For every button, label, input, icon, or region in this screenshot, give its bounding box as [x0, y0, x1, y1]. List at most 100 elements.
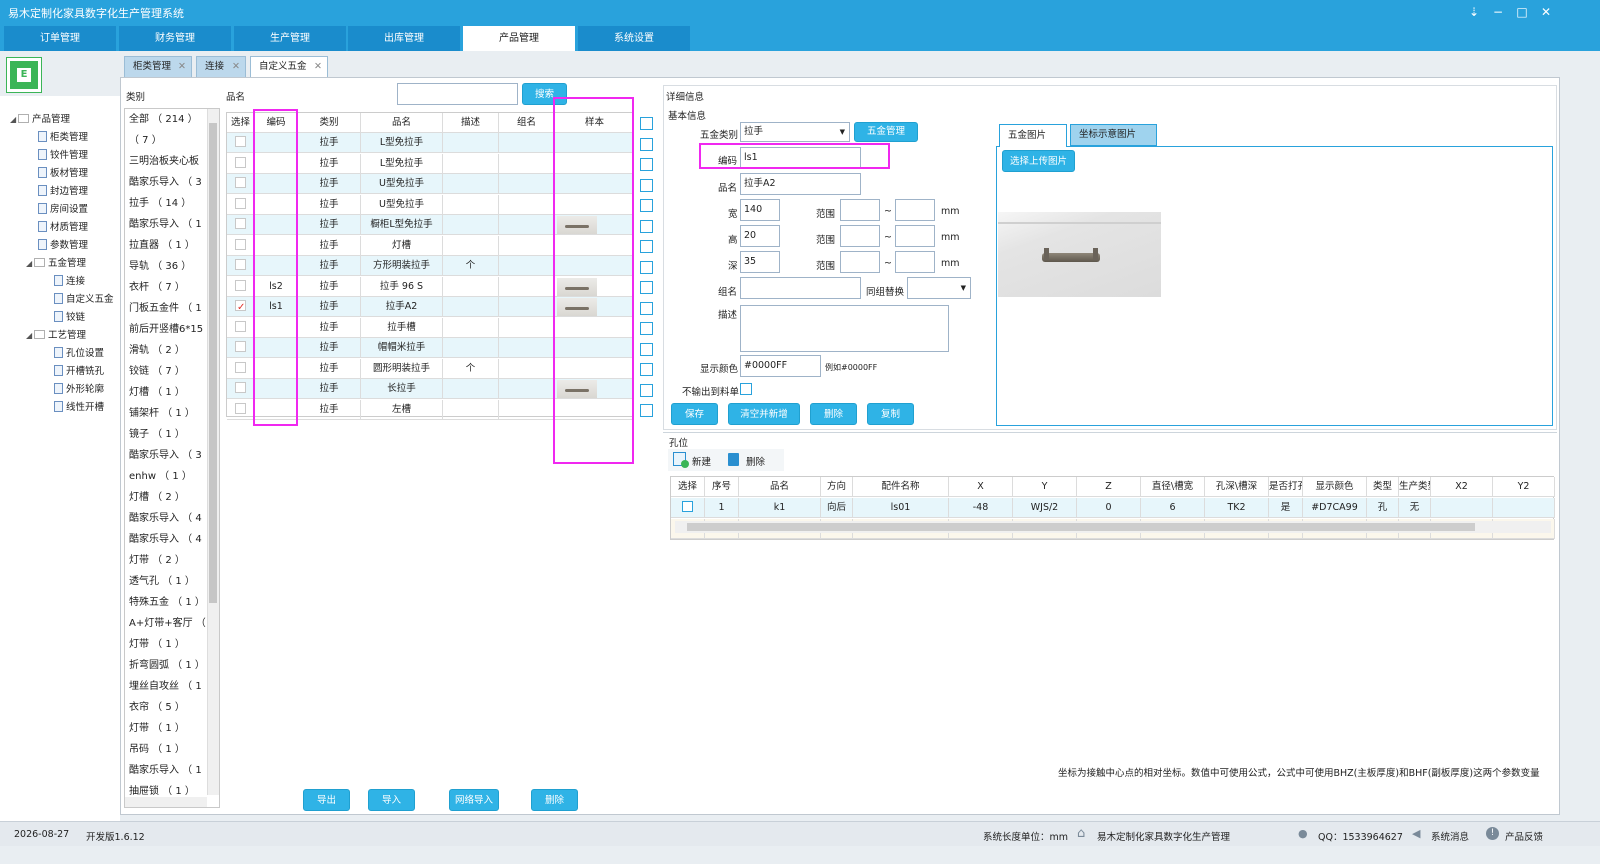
tree-item[interactable]: 孔位设置 [54, 346, 104, 362]
row-checkbox[interactable] [235, 136, 246, 147]
delete-button[interactable]: 删除 [531, 789, 578, 811]
row-checkbox[interactable] [235, 197, 246, 209]
tree-item[interactable]: 外形轮廓 [54, 382, 104, 398]
minimize-icon[interactable]: − [1490, 4, 1506, 20]
maximize-icon[interactable]: □ [1514, 4, 1530, 20]
height-min-input[interactable] [840, 225, 880, 247]
category-item[interactable]: 折弯圆弧 （ 1 ） [129, 655, 205, 676]
row-checkbox[interactable] [235, 341, 246, 352]
row-checkbox[interactable] [235, 279, 246, 291]
category-list[interactable]: 全部 （ 214 ）（ 7 ）三明治板夹心板 酷家乐导入 （ 3 拉手 （ 14 ）… [124, 108, 220, 808]
tree-item[interactable]: 封边管理 [38, 184, 88, 200]
category-item[interactable]: 灯带 （ 1 ） [129, 718, 185, 739]
category-item[interactable]: 灯带 （ 2 ） [129, 550, 185, 571]
subtab-connect[interactable]: 连接 ✕ [196, 56, 246, 78]
detail-delete-button[interactable]: 删除 [810, 403, 857, 425]
hardware-manage-button[interactable]: 五金管理 [854, 122, 918, 142]
depth-min-input[interactable] [840, 251, 880, 273]
holes-hscroll-thumb[interactable] [687, 523, 1475, 531]
width-input[interactable]: 140 [740, 199, 780, 221]
category-item[interactable]: 灯带 （ 1 ） [129, 634, 185, 655]
side-checkbox[interactable] [640, 322, 653, 335]
side-checkbox[interactable] [640, 240, 653, 253]
name-input[interactable]: 拉手A2 [740, 173, 861, 195]
category-item[interactable]: 酷家乐导入 （ 3 [129, 172, 202, 193]
category-item[interactable]: 酷家乐导入 （ 1 [129, 214, 202, 235]
height-max-input[interactable] [895, 225, 935, 247]
speaker-icon[interactable]: ◀ [1412, 827, 1426, 841]
horizontal-scrollbar[interactable] [125, 797, 207, 807]
close-icon[interactable]: ✕ [314, 57, 322, 77]
side-checkbox[interactable] [640, 117, 653, 130]
group-input[interactable] [740, 277, 861, 299]
side-checkbox[interactable] [640, 137, 653, 151]
row-checkbox[interactable] [235, 259, 246, 270]
category-item[interactable]: 透气孔 （ 1 ） [129, 571, 195, 592]
side-checkbox[interactable] [640, 219, 653, 233]
category-item[interactable]: 拉直器 （ 1 ） [129, 235, 195, 256]
tab-hardware-image[interactable]: 五金图片 [999, 124, 1067, 147]
category-item[interactable]: 门板五金件 （ 1 [129, 298, 202, 319]
tab-production[interactable]: 生产管理 [234, 26, 346, 51]
depth-max-input[interactable] [895, 251, 935, 273]
status-feedback[interactable]: 产品反馈 [1505, 829, 1543, 843]
import-button[interactable]: 导入 [368, 789, 415, 811]
tree-item[interactable]: 线性开槽 [54, 400, 104, 416]
category-item[interactable]: 前后开竖槽6*15 [129, 319, 203, 340]
delete-hole-button[interactable]: 删除 [746, 454, 765, 468]
category-item[interactable]: （ 7 ） [129, 130, 162, 151]
depth-input[interactable]: 35 [740, 251, 780, 273]
close-icon[interactable]: ✕ [178, 57, 186, 77]
category-item[interactable]: 衣帘 （ 5 ） [129, 697, 185, 718]
tree-item[interactable]: 铰链 [54, 310, 85, 326]
height-input[interactable]: 20 [740, 225, 780, 247]
tree-item[interactable]: 铰件管理 [38, 148, 88, 164]
subtab-cabinet[interactable]: 柜类管理 ✕ [124, 56, 192, 78]
upload-image-button[interactable]: 选择上传图片 [1002, 150, 1075, 172]
row-checkbox[interactable] [235, 156, 246, 168]
tab-outbound[interactable]: 出库管理 [348, 26, 460, 51]
clear-new-button[interactable]: 清空并新增 [728, 403, 800, 425]
row-checkbox[interactable] [235, 361, 246, 373]
tab-settings[interactable]: 系统设置 [578, 26, 690, 51]
row-checkbox[interactable] [235, 218, 246, 229]
category-item[interactable]: 酷家乐导入 （ 4 [129, 508, 202, 529]
copy-button[interactable]: 复制 [867, 403, 914, 425]
category-item[interactable]: 衣杆 （ 7 ） [129, 277, 185, 298]
side-checkbox[interactable] [640, 260, 653, 274]
network-import-button[interactable]: 网络导入 [449, 789, 499, 811]
category-item[interactable]: 吊码 （ 1 ） [129, 739, 185, 760]
row-checkbox[interactable] [235, 298, 246, 317]
side-checkbox[interactable] [640, 281, 653, 294]
scroll-thumb[interactable] [209, 123, 217, 603]
side-checkbox[interactable] [640, 158, 653, 171]
tree-item[interactable]: 参数管理 [38, 238, 88, 254]
category-item[interactable]: 酷家乐导入 （ 4 [129, 529, 202, 550]
export-button[interactable]: 导出 [303, 789, 350, 811]
row-checkbox[interactable] [235, 238, 246, 250]
search-input[interactable] [397, 83, 518, 105]
side-checkbox[interactable] [640, 363, 653, 376]
category-item[interactable]: 三明治板夹心板 [129, 151, 199, 172]
side-checkbox[interactable] [640, 178, 653, 192]
width-max-input[interactable] [895, 199, 935, 221]
no-export-checkbox[interactable] [740, 383, 752, 395]
category-item[interactable]: enhw （ 1 ） [129, 466, 192, 487]
category-item[interactable]: 灯槽 （ 2 ） [129, 487, 185, 508]
width-min-input[interactable] [840, 199, 880, 221]
new-hole-button[interactable]: 新建 [692, 454, 711, 468]
category-item[interactable]: 特殊五金 （ 1 ） [129, 592, 205, 613]
category-item[interactable]: 全部 （ 214 ） [129, 109, 198, 130]
category-item[interactable]: 酷家乐导入 （ 1 [129, 760, 202, 781]
tree-craft[interactable]: ◢ 工艺管理 [26, 328, 86, 344]
side-checkbox[interactable] [640, 404, 653, 417]
hole-checkbox[interactable] [682, 501, 693, 512]
type-select[interactable]: 拉手 ▼ [740, 122, 850, 142]
row-checkbox[interactable] [235, 402, 246, 414]
category-item[interactable]: 镜子 （ 1 ） [129, 424, 185, 445]
category-item[interactable]: 灯槽 （ 1 ） [129, 382, 185, 403]
category-item[interactable]: 铺架杆 （ 1 ） [129, 403, 195, 424]
tree-root[interactable]: ◢ 产品管理 [10, 112, 70, 128]
tree-hardware[interactable]: ◢ 五金管理 [26, 256, 86, 272]
tab-finance[interactable]: 财务管理 [119, 26, 231, 51]
